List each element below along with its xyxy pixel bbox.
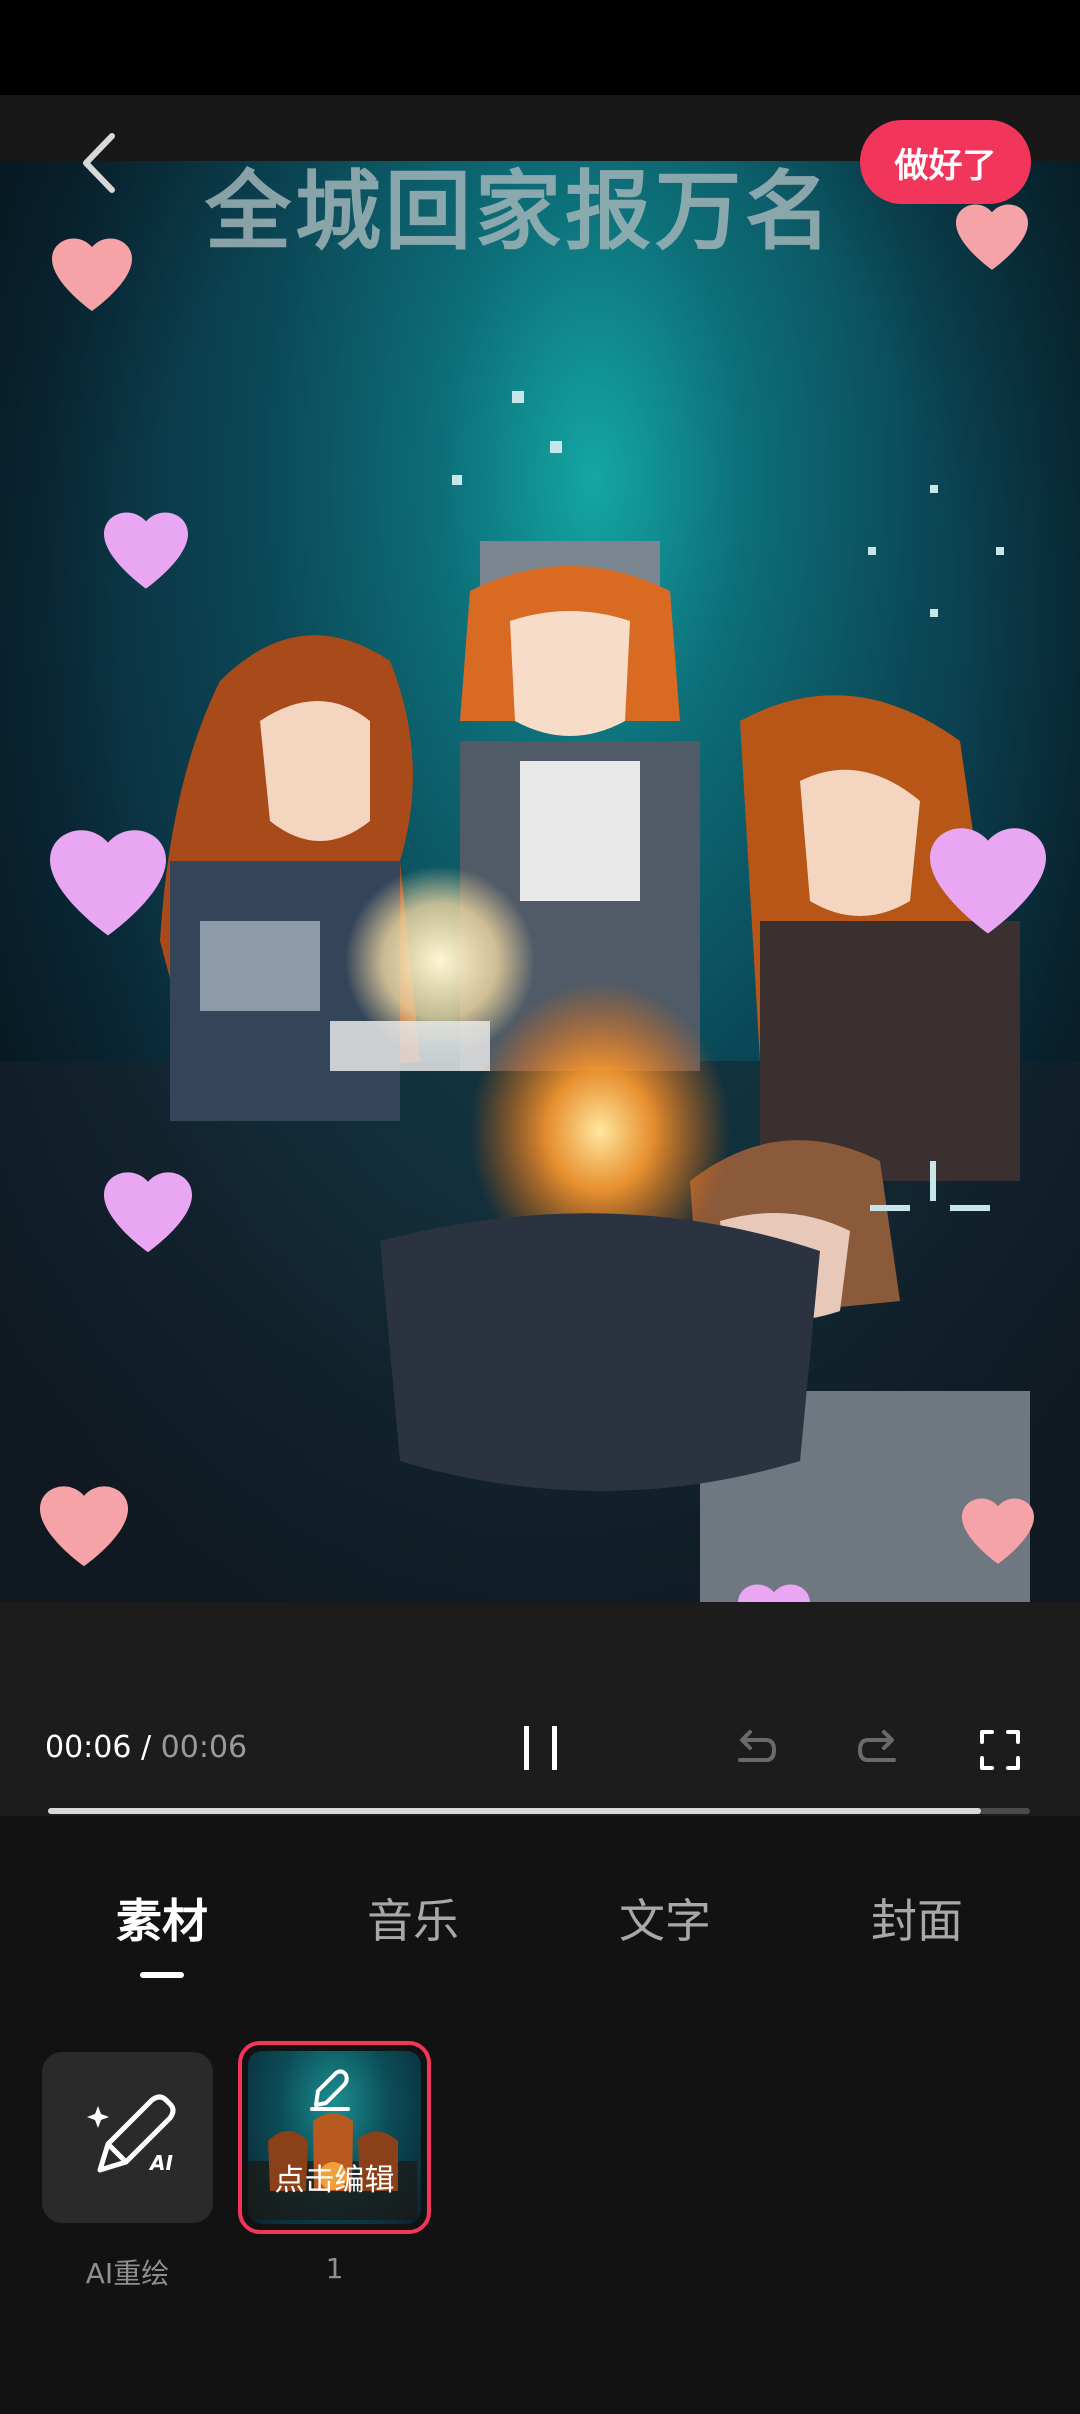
clip-thumbnail-image: 点击编辑 bbox=[248, 2051, 421, 2224]
current-time: 00:06 bbox=[45, 1730, 132, 1765]
cauldron bbox=[380, 1213, 820, 1491]
magic-pen-icon: AI bbox=[87, 2094, 176, 2175]
active-tab-indicator bbox=[140, 1972, 184, 1978]
time-separator: / bbox=[131, 1730, 161, 1765]
chevron-left-icon bbox=[83, 133, 115, 193]
tab-music[interactable]: 音乐 bbox=[313, 1885, 513, 1948]
redo-button[interactable] bbox=[856, 1726, 900, 1770]
pixel-art-scene: 全城回家报万名 bbox=[0, 161, 1080, 1602]
video-editor-screen: 全城回家报万名 做好了 00:06 / 00:06 素材 音乐 文字 封面 AI… bbox=[0, 0, 1080, 2414]
ai-badge: AI bbox=[148, 2151, 173, 2175]
pause-icon bbox=[524, 1726, 557, 1770]
preview-footer-area bbox=[0, 1602, 1080, 1816]
ai-redraw-label: AI重绘 bbox=[85, 2257, 170, 2290]
clip-thumbnail[interactable]: 点击编辑 bbox=[238, 2041, 431, 2234]
total-time: 00:06 bbox=[160, 1730, 248, 1765]
clip-edit-label: 点击编辑 bbox=[274, 2163, 395, 2198]
status-bar bbox=[0, 0, 1080, 95]
done-button[interactable]: 做好了 bbox=[860, 120, 1031, 204]
tab-materials[interactable]: 素材 bbox=[62, 1885, 262, 1948]
back-button[interactable] bbox=[72, 128, 132, 198]
redo-icon bbox=[857, 1730, 896, 1762]
fullscreen-icon bbox=[980, 1730, 1020, 1770]
tab-text[interactable]: 文字 bbox=[565, 1885, 765, 1948]
undo-button[interactable] bbox=[734, 1726, 778, 1770]
clip-index-label: 1 bbox=[325, 2252, 344, 2285]
video-preview[interactable]: 全城回家报万名 bbox=[0, 161, 1080, 1602]
undo-icon bbox=[738, 1730, 777, 1762]
ai-redraw-button[interactable]: AI bbox=[42, 2052, 213, 2223]
playback-progress-bar[interactable] bbox=[48, 1808, 1030, 1814]
edit-pencil-icon bbox=[314, 2069, 349, 2107]
fullscreen-button[interactable] bbox=[978, 1728, 1022, 1772]
time-readout: 00:06 / 00:06 bbox=[45, 1730, 247, 1765]
pause-button[interactable] bbox=[516, 1722, 566, 1774]
playback-progress-fill bbox=[48, 1808, 981, 1814]
tab-cover[interactable]: 封面 bbox=[817, 1885, 1017, 1948]
pixel-title-text: 全城回家报万名 bbox=[204, 162, 835, 262]
